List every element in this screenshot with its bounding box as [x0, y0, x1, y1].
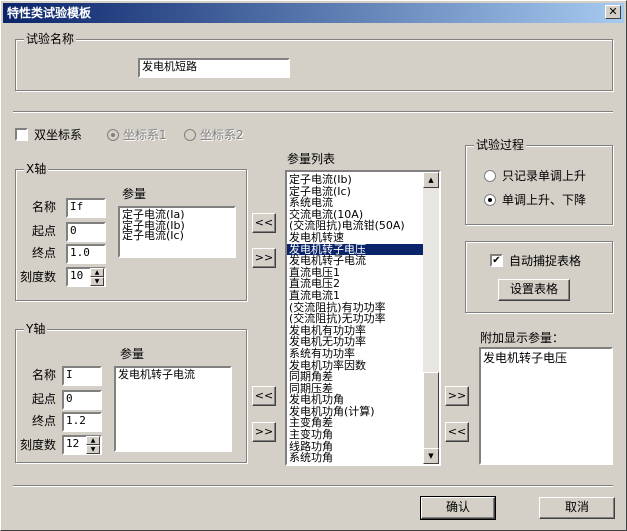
param-list-item[interactable]: 系统功角 — [287, 452, 423, 464]
x-params-label: 参量 — [122, 187, 147, 201]
param-list[interactable]: 定子电流(Ib) 定子电流(Ic) 系统电流 交流电流(10A) (交流阻抗)电流钳(5… — [285, 170, 441, 466]
axis1-radio[interactable] — [107, 129, 119, 141]
scroll-up-icon[interactable]: ▲ — [423, 172, 439, 188]
extra-remove-button[interactable]: << — [445, 422, 469, 442]
param-list-item[interactable]: 同期角差 — [287, 371, 423, 383]
close-icon[interactable]: ✕ — [605, 5, 621, 19]
y-ticks-label: 刻度数 — [20, 438, 57, 452]
y-start-input[interactable]: 0 — [62, 390, 102, 410]
spin-up-icon[interactable]: ▲ — [90, 268, 104, 277]
process-option1-radio[interactable] — [484, 170, 496, 182]
x-name-label: 名称 — [32, 200, 57, 214]
spin-down-icon[interactable]: ▼ — [90, 277, 104, 286]
test-name-group-label: 试验名称 — [24, 32, 77, 46]
y-move-left-button[interactable]: << — [252, 386, 276, 406]
list-item[interactable]: 发电机转子电压 — [481, 351, 611, 365]
param-list-item[interactable]: 定子电流(Ib) — [287, 174, 423, 186]
y-end-input[interactable]: 1.2 — [62, 412, 102, 432]
test-name-group: 试验名称 发电机短路 — [15, 32, 613, 91]
param-list-items: 定子电流(Ib) 定子电流(Ic) 系统电流 交流电流(10A) (交流阻抗)电流钳(5… — [287, 174, 423, 464]
param-list-item[interactable]: 直流电流1 — [287, 290, 423, 302]
param-list-item[interactable]: (交流阻抗)无功功率 — [287, 313, 423, 325]
window-title: 特性类试验模板 — [7, 6, 92, 20]
y-name-label: 名称 — [32, 368, 57, 382]
y-move-right-button[interactable]: >> — [252, 422, 276, 442]
dual-axis-checkbox[interactable] — [15, 128, 28, 141]
y-name-input[interactable]: I — [62, 366, 102, 386]
list-item[interactable]: 定子电流(Ic) — [120, 230, 234, 242]
param-list-item[interactable]: 主变功角 — [287, 429, 423, 441]
y-params-label: 参量 — [120, 347, 145, 361]
dialog-window: 特性类试验模板 ✕ 试验名称 发电机短路 双坐标系 坐标系1 坐标系2 X轴 名… — [0, 0, 627, 531]
title-bar[interactable]: 特性类试验模板 ✕ — [3, 3, 624, 23]
x-params-list[interactable]: 定子电流(Ia) 定子电流(Ib) 定子电流(Ic) — [118, 206, 236, 258]
extra-add-button[interactable]: >> — [445, 386, 469, 406]
x-ticks-spinner[interactable]: ▲ ▼ — [90, 268, 104, 286]
setup-table-button[interactable]: 设置表格 — [498, 279, 570, 301]
x-move-left-button[interactable]: << — [252, 213, 276, 233]
extra-params-label: 附加显示参量： — [480, 331, 565, 345]
ok-button[interactable]: 确认 — [420, 496, 496, 520]
separator-top — [13, 111, 613, 113]
y-params-list[interactable]: 发电机转子电流 — [114, 366, 232, 452]
param-list-label: 参量列表 — [287, 152, 336, 166]
process-option2-label: 单调上升、下降 — [502, 193, 587, 207]
x-end-label: 终点 — [32, 246, 57, 260]
scroll-thumb[interactable] — [423, 372, 439, 458]
param-list-scrollbar[interactable]: ▲ ▼ — [423, 172, 439, 464]
x-move-right-button[interactable]: >> — [252, 248, 276, 268]
extra-params-list[interactable]: 发电机转子电压 — [479, 347, 613, 465]
axis2-label: 坐标系2 — [200, 128, 244, 142]
x-name-input[interactable]: If — [66, 198, 106, 218]
process-option1-label: 只记录单调上升 — [502, 169, 587, 183]
x-end-input[interactable]: 1.0 — [66, 244, 106, 264]
auto-capture-label: 自动捕捉表格 — [509, 254, 582, 268]
scroll-down-icon[interactable]: ▼ — [423, 448, 439, 464]
process-group: 试验过程 只记录单调上升 单调上升、下降 — [465, 138, 613, 225]
y-end-label: 终点 — [32, 414, 57, 428]
cancel-button[interactable]: 取消 — [539, 497, 615, 519]
param-list-item[interactable]: 系统有功功率 — [287, 348, 423, 360]
y-ticks-spinner[interactable]: ▲ ▼ — [86, 436, 100, 454]
spin-up-icon[interactable]: ▲ — [86, 436, 100, 445]
param-list-item[interactable]: 发电机转子电流 — [287, 255, 423, 267]
x-start-label: 起点 — [32, 224, 57, 238]
y-axis-group: Y轴 名称 I 起点 0 终点 1.2 刻度数 12 ▲ ▼ 参量 发电机转子电… — [15, 322, 247, 463]
list-item[interactable]: 发电机转子电流 — [116, 369, 230, 381]
y-start-label: 起点 — [32, 392, 57, 406]
test-name-input[interactable]: 发电机短路 — [138, 58, 290, 78]
separator-bottom — [13, 485, 613, 487]
param-list-item[interactable]: 发电机转速 — [287, 232, 423, 244]
x-axis-group: X轴 名称 If 起点 0 终点 1.0 刻度数 10 ▲ ▼ 参量 定子电流(… — [15, 162, 247, 301]
x-axis-group-label: X轴 — [24, 162, 49, 176]
dual-axis-label: 双坐标系 — [34, 128, 83, 142]
x-start-input[interactable]: 0 — [66, 222, 106, 242]
capture-group: ✔ 自动捕捉表格 设置表格 — [465, 241, 613, 313]
auto-capture-checkbox[interactable]: ✔ — [490, 254, 503, 267]
axis1-label: 坐标系1 — [123, 128, 167, 142]
y-axis-group-label: Y轴 — [24, 322, 48, 336]
axis2-radio[interactable] — [184, 129, 196, 141]
x-ticks-label: 刻度数 — [20, 270, 57, 284]
process-group-label: 试验过程 — [474, 138, 527, 152]
spin-down-icon[interactable]: ▼ — [86, 445, 100, 454]
process-option2-radio[interactable] — [484, 194, 496, 206]
